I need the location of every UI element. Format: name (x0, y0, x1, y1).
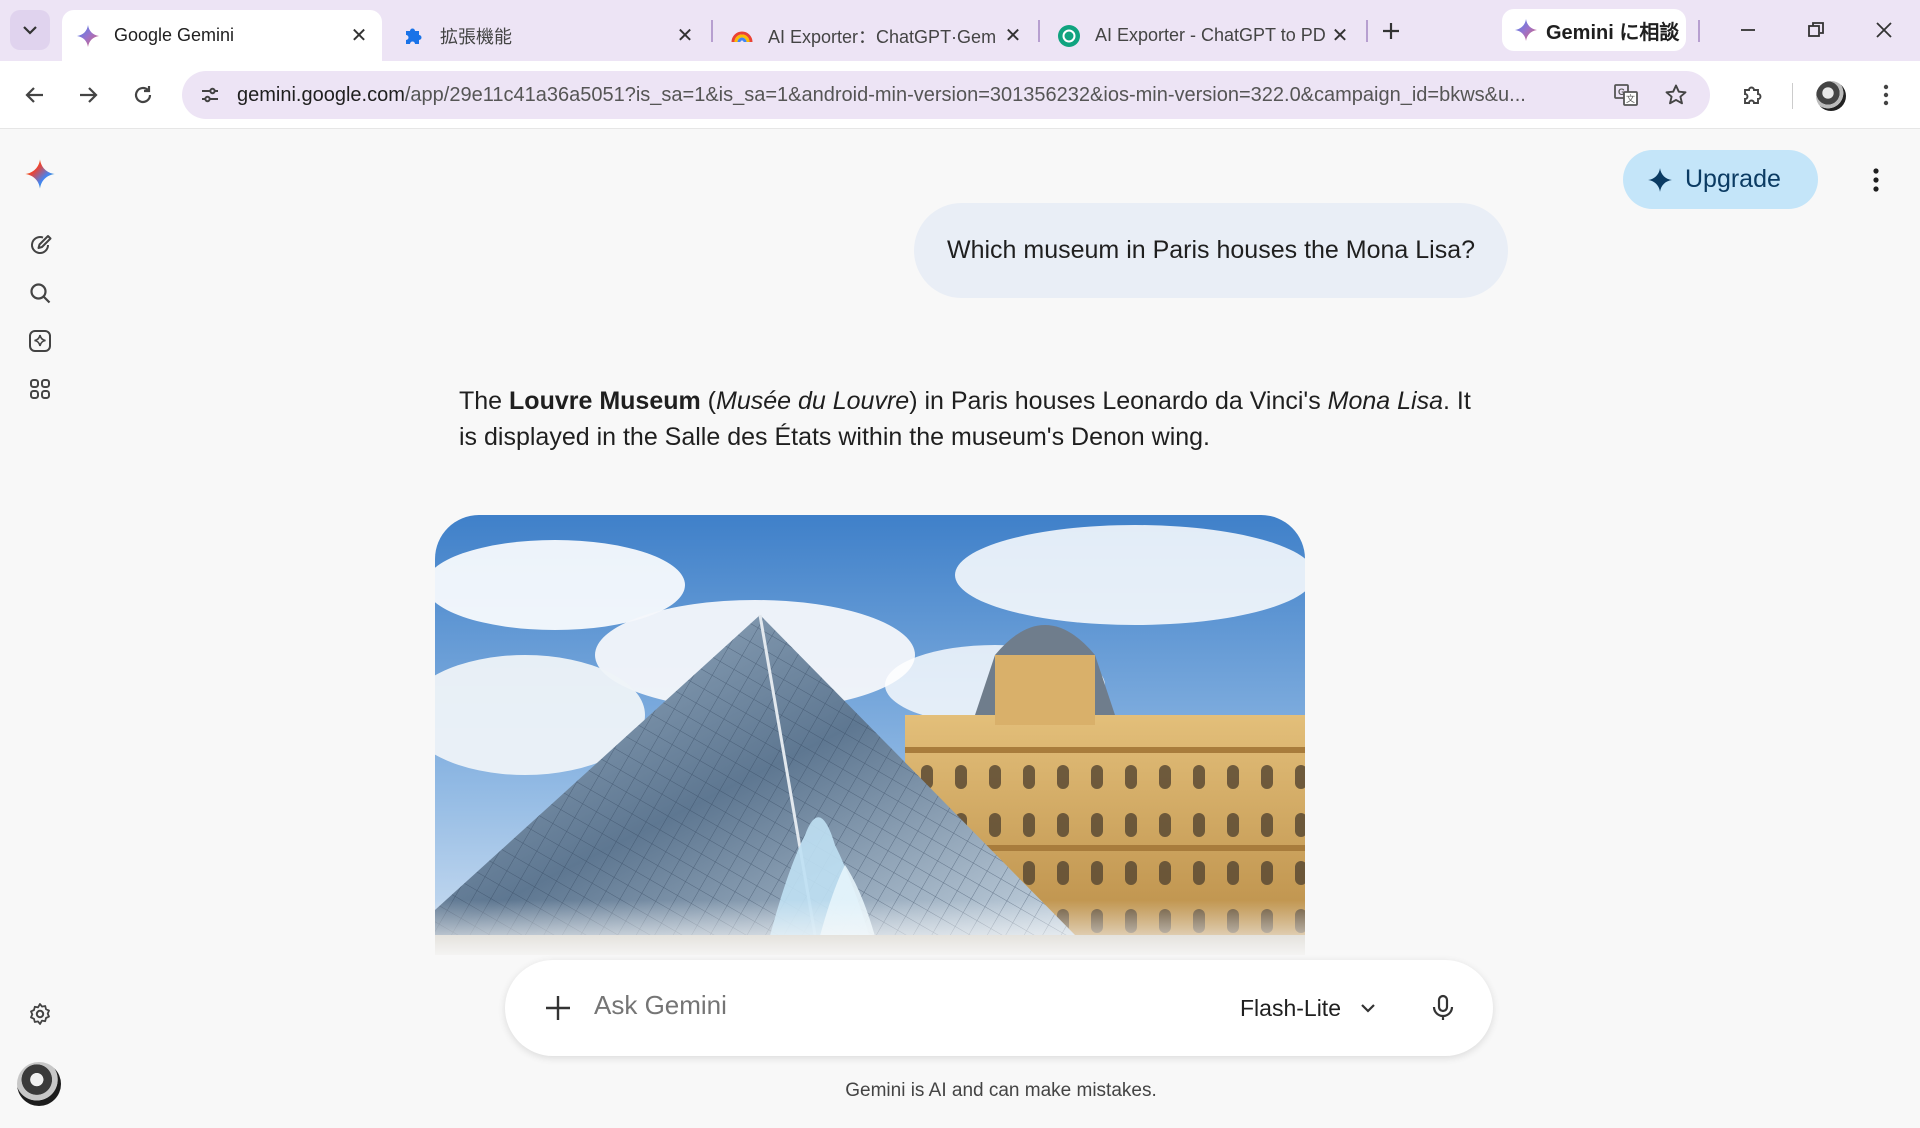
bookmark-button[interactable] (1658, 77, 1694, 113)
tab-separator (711, 20, 713, 42)
close-window-button[interactable] (1856, 8, 1912, 52)
back-button[interactable] (15, 75, 55, 115)
response-italic-text: Mona Lisa (1327, 387, 1444, 415)
translate-icon: G文 (1614, 84, 1638, 106)
response-text: ( (700, 387, 717, 415)
new-tab-button[interactable] (1372, 12, 1410, 50)
close-icon[interactable]: ✕ (1329, 25, 1351, 47)
model-label: Flash-Lite (1240, 994, 1341, 1021)
search-icon (30, 283, 51, 304)
response-text: ) in Paris houses Leonardo da Vinci's (909, 387, 1328, 415)
apps-button[interactable] (20, 369, 60, 409)
tab-ai-exporter-store[interactable]: AI Exporter：ChatGPT·Gem ✕ (716, 10, 1036, 61)
tab-separator (1698, 20, 1700, 42)
gemini-logo[interactable] (20, 154, 60, 194)
disclaimer-text: Gemini is AI and can make mistakes. (845, 1080, 1157, 1101)
minimize-button[interactable] (1720, 8, 1776, 52)
profile-avatar[interactable] (1816, 81, 1846, 111)
puzzle-piece-icon (402, 24, 426, 48)
upgrade-button[interactable]: Upgrade (1623, 150, 1818, 209)
user-prompt-bubble: Which museum in Paris houses the Mona Li… (914, 203, 1508, 298)
toolbar-separator (1792, 83, 1793, 109)
address-bar[interactable]: gemini.google.com/app/29e11c41a36a5051?i… (182, 71, 1710, 119)
tab-title: 拡張機能 (440, 26, 512, 47)
tab-extensions[interactable]: 拡張機能 ✕ (388, 10, 708, 61)
photo-fade (435, 900, 1305, 960)
model-selector[interactable]: Flash-Lite (1240, 984, 1390, 1032)
tab-search-button[interactable] (10, 10, 50, 50)
tab-separator (1366, 20, 1368, 42)
translate-button[interactable]: G文 (1608, 77, 1644, 113)
minimize-icon (1741, 29, 1755, 31)
microphone-button[interactable] (1421, 986, 1465, 1030)
arrow-right-icon (80, 87, 98, 103)
forward-button[interactable] (68, 75, 108, 115)
model-response: The Louvre Museum (Musée du Louvre) in P… (459, 383, 1479, 455)
site-settings-icon[interactable] (194, 79, 226, 111)
plus-icon (1383, 23, 1399, 39)
browser-toolbar: gemini.google.com/app/29e11c41a36a5051?i… (0, 61, 1920, 129)
url-host: gemini.google.com (237, 84, 405, 106)
edit-pencil-icon (31, 235, 52, 254)
ask-gemini-chip[interactable]: Gemini に相談 (1502, 9, 1686, 51)
tab-ai-exporter-pdf[interactable]: AI Exporter - ChatGPT to PD ✕ (1043, 10, 1363, 61)
puzzle-piece-icon (1744, 86, 1762, 104)
chatgpt-green-icon (1057, 24, 1081, 48)
new-chat-button[interactable] (20, 225, 60, 265)
chevron-down-icon (23, 26, 37, 35)
spark-icon (1647, 167, 1673, 193)
response-text: The (459, 387, 510, 415)
rainbow-icon (730, 24, 754, 48)
close-icon[interactable]: ✕ (348, 25, 370, 47)
kebab-menu-icon (1883, 84, 1889, 106)
gemini-spark-icon (1514, 18, 1538, 42)
restore-icon (1808, 22, 1824, 37)
arrow-left-icon (25, 87, 43, 103)
add-attachment-button[interactable] (537, 987, 579, 1029)
tab-google-gemini[interactable]: Google Gemini ✕ (62, 10, 382, 61)
gemini-chip-label: Gemini に相談 (1546, 21, 1680, 44)
tab-title: AI Exporter - ChatGPT to PD (1095, 25, 1326, 45)
close-icon (1876, 22, 1892, 38)
browser-menu-button[interactable] (1866, 75, 1906, 115)
gemini-spark-icon (25, 159, 55, 189)
tab-separator (1038, 20, 1040, 42)
kebab-menu-icon (1873, 168, 1879, 192)
restore-button[interactable] (1788, 8, 1844, 52)
close-icon[interactable]: ✕ (674, 25, 696, 47)
extensions-button[interactable] (1733, 75, 1773, 115)
response-bold-text: Louvre Museum (509, 387, 701, 415)
search-button[interactable] (20, 273, 60, 313)
browser-tabstrip: Google Gemini ✕ 拡張機能 ✕ AI Exporter：ChatG… (0, 0, 1920, 61)
prompt-input-bar: Flash-Lite (505, 960, 1493, 1056)
plus-icon (546, 996, 570, 1020)
url-text: gemini.google.com/app/29e11c41a36a5051?i… (237, 84, 1597, 107)
star-icon (1665, 84, 1687, 105)
louvre-photo[interactable] (435, 515, 1305, 955)
more-options-button[interactable] (1858, 160, 1894, 200)
settings-button[interactable] (20, 994, 60, 1034)
tab-title: AI Exporter：ChatGPT·Gem (768, 26, 997, 47)
ask-gemini-input[interactable] (594, 990, 1094, 1021)
response-italic-text: Musée du Louvre (716, 387, 910, 415)
gem-icon (29, 330, 51, 352)
reload-button[interactable] (123, 75, 163, 115)
gemini-spark-icon (76, 24, 100, 48)
close-icon[interactable]: ✕ (1002, 25, 1024, 47)
gems-button[interactable] (20, 321, 60, 361)
user-prompt-text: Which museum in Paris houses the Mona Li… (946, 236, 1476, 264)
gear-icon (30, 1003, 50, 1025)
url-path: /app/29e11c41a36a5051?is_sa=1&is_sa=1&an… (404, 84, 1526, 106)
grid-apps-icon (30, 379, 50, 399)
reload-icon (134, 86, 152, 104)
upgrade-label: Upgrade (1685, 165, 1781, 193)
tab-title: Google Gemini (114, 25, 235, 45)
microphone-icon (1432, 994, 1454, 1020)
chevron-down-icon (1359, 999, 1377, 1017)
svg-text:文: 文 (1626, 93, 1635, 105)
